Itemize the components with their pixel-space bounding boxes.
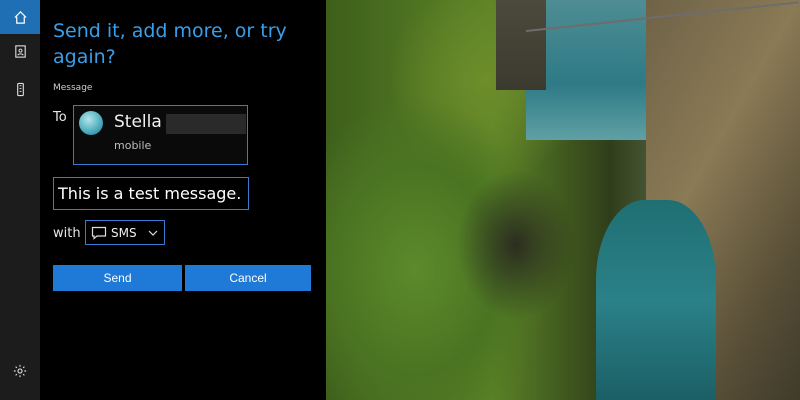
chat-bubble-icon: [91, 226, 107, 240]
home-icon: [13, 10, 27, 24]
with-label: with: [53, 226, 81, 241]
left-rail: [0, 0, 40, 400]
avatar: [79, 111, 103, 135]
redacted-contact-detail: [166, 114, 246, 134]
message-panel: Send it, add more, or try again? Message…: [40, 0, 326, 400]
contact-number-type: mobile: [114, 139, 152, 152]
section-label: Message: [53, 83, 93, 93]
phone-button[interactable]: [0, 72, 40, 106]
rock-outcrop: [496, 0, 546, 90]
home-button[interactable]: [0, 0, 40, 34]
chevron-down-icon: [148, 230, 158, 236]
gear-icon: [13, 364, 27, 378]
notebook-icon: [14, 44, 26, 58]
settings-button[interactable]: [0, 359, 40, 383]
river-channel: [596, 200, 716, 400]
phone-icon: [16, 82, 24, 96]
page-title: Send it, add more, or try again?: [53, 20, 287, 68]
dark-rock: [456, 170, 576, 320]
cancel-button[interactable]: Cancel: [185, 265, 311, 291]
send-button[interactable]: Send: [53, 265, 182, 291]
channel-value: SMS: [111, 225, 137, 240]
contact-card[interactable]: Stella mobile: [73, 105, 248, 165]
to-label: To: [53, 110, 67, 125]
background-photo: [326, 0, 800, 400]
channel-select[interactable]: SMS: [85, 220, 165, 245]
notebook-button[interactable]: [0, 34, 40, 68]
contact-name: Stella: [114, 112, 162, 132]
message-input[interactable]: This is a test message.: [53, 177, 249, 210]
